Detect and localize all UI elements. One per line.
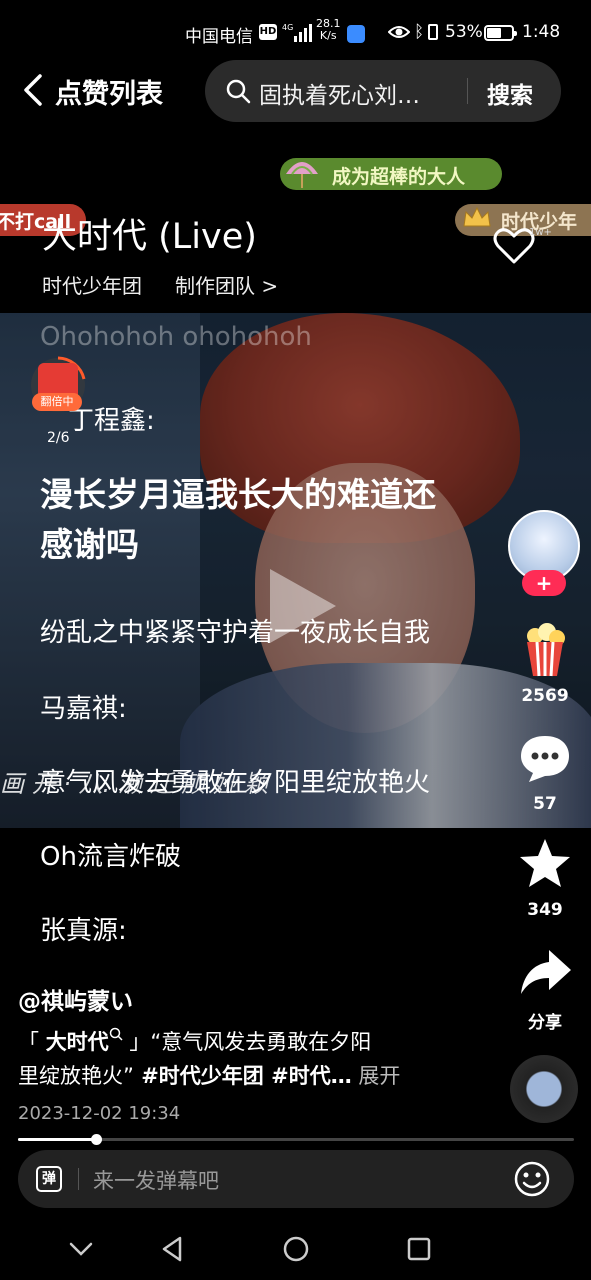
search-divider [467,78,468,104]
expand-link[interactable]: 展开 [352,1064,400,1088]
chevron-down-icon[interactable] [66,1234,96,1264]
lyric-current-line: 感谢吗 [40,525,139,564]
nav-home-icon[interactable] [281,1234,311,1264]
music-disc-icon[interactable] [510,1055,578,1123]
production-team-link[interactable]: 制作团队 > [175,270,278,299]
back-arrow-icon[interactable] [18,70,50,110]
bluetooth-icon: ᛒ [414,22,425,42]
hd-icon: HD [259,24,277,40]
nav-recents-icon[interactable] [404,1234,434,1264]
eye-comfort-icon [388,26,410,38]
progress-fill [18,1138,96,1141]
carrier-name: 中国电信 [185,27,253,47]
red-packet-label: 翻倍中 [32,393,82,411]
share-arrow-icon [521,950,571,994]
post-date: 2023-12-02 19:34 [18,1103,181,1124]
comment-button[interactable]: 57 [515,730,575,814]
like-count-small: 1w+ [529,227,552,238]
lyric-line: 张真源: [40,916,127,946]
search-icon [226,79,251,104]
search-icon [109,1027,123,1041]
like-button[interactable]: 2569 [515,622,575,706]
comment-count: 57 [533,794,557,814]
lyric-line: 马嘉祺: [40,694,127,724]
signal-icon: 4G [282,23,312,42]
music-app-icon [347,25,365,43]
vibrate-icon [428,24,438,40]
search-box[interactable]: 固执着死心刘… 搜索 [205,60,561,122]
post-description-line2: 里绽放艳火” #时代少年团 #时代… 展开 [18,1064,401,1088]
red-packet-count: 2/6 [47,430,70,446]
star-icon [520,839,570,887]
lyric-current-line: 漫长岁月逼我长大的难道还 [40,475,436,514]
page-title: 点赞列表 [55,79,163,110]
song-artist-link[interactable]: 时代少年团 [42,270,142,299]
nav-back-icon[interactable] [158,1234,188,1264]
red-packet-widget[interactable]: 翻倍中 [22,355,94,417]
video-progress-bar[interactable] [18,1134,574,1145]
battery-icon [484,25,517,41]
comment-icon [521,736,569,782]
song-tag[interactable]: 大时代 [46,1030,109,1054]
lyric-line: Ohohohoh ohohohoh [40,322,312,352]
share-label: 分享 [528,1013,562,1033]
lyric-line: 纷乱之中紧紧守护着一夜成长自我 [40,618,431,648]
battery-percent: 53% [445,22,483,42]
like-count: 2569 [521,686,569,706]
follow-button[interactable]: + [522,570,566,596]
author-name[interactable]: @祺屿蒙い [18,982,133,1016]
favorite-button[interactable]: 349 [515,836,575,920]
umbrella-icon [286,162,318,188]
danmaku-badge-green: 成为超棒的大人 [280,158,502,190]
hashtags[interactable]: #时代少年团 #时代… [134,1064,352,1088]
danmaku-input-bar[interactable]: 弹 来一发弹幕吧 [18,1150,574,1208]
clock: 1:48 [522,22,561,42]
danmaku-input[interactable]: 来一发弹幕吧 [93,1165,219,1195]
divider [78,1168,79,1190]
search-input[interactable]: 固执着死心刘… [259,76,420,110]
share-button[interactable]: 分享 [515,944,575,1033]
danmaku-scroll: 画 开 · 八. 濑 迁 颅 娅 颖 [0,770,269,798]
lyric-line: Oh流言炸破 [40,842,181,872]
network-speed: 28.1 K/s [316,17,341,42]
status-bar: 中国电信 HD 4G 28.1 K/s ᛒ 53% 1:48 [0,0,591,66]
svg-text:4G: 4G [282,23,293,32]
post-description: 「 大时代 」“意气风发去勇敢在夕阳 [18,1026,371,1056]
song-title: 大时代 (Live) [42,217,257,257]
progress-knob[interactable] [90,1134,102,1145]
emoji-icon[interactable] [514,1161,550,1197]
danmaku-toggle-icon[interactable]: 弹 [36,1166,62,1192]
favorite-count: 349 [527,900,563,920]
crown-icon [463,206,491,227]
search-button[interactable]: 搜索 [487,76,533,110]
popcorn-icon [527,623,565,677]
danmaku-text: 成为超棒的大人 [332,166,466,188]
